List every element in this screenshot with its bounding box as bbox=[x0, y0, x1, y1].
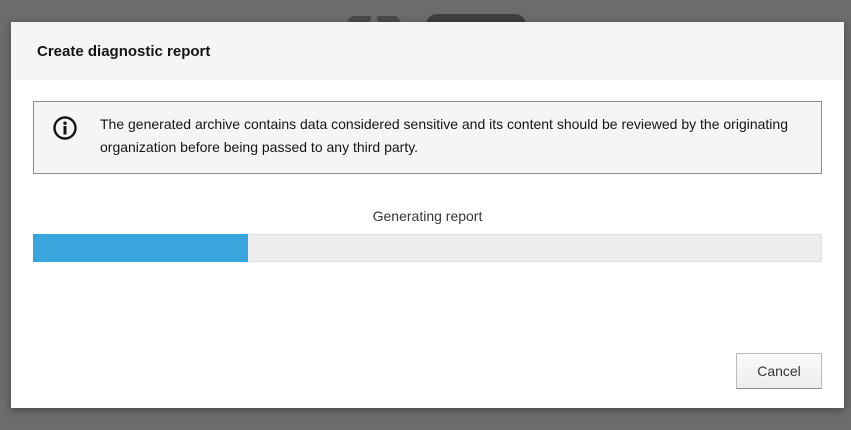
dialog-body: The generated archive contains data cons… bbox=[11, 80, 844, 262]
info-circle-icon bbox=[52, 115, 78, 141]
dialog-footer: Cancel bbox=[736, 353, 822, 389]
dialog-header: Create diagnostic report bbox=[11, 22, 844, 80]
progress-bar-fill bbox=[33, 234, 248, 262]
alert-message: The generated archive contains data cons… bbox=[100, 116, 788, 155]
sensitive-data-alert: The generated archive contains data cons… bbox=[33, 101, 822, 174]
progress-label: Generating report bbox=[372, 208, 483, 224]
progress-bar bbox=[33, 234, 822, 262]
diagnostic-report-dialog: Create diagnostic report The generated a… bbox=[11, 22, 844, 408]
dialog-title: Create diagnostic report bbox=[37, 42, 211, 60]
cancel-button[interactable]: Cancel bbox=[736, 353, 822, 389]
